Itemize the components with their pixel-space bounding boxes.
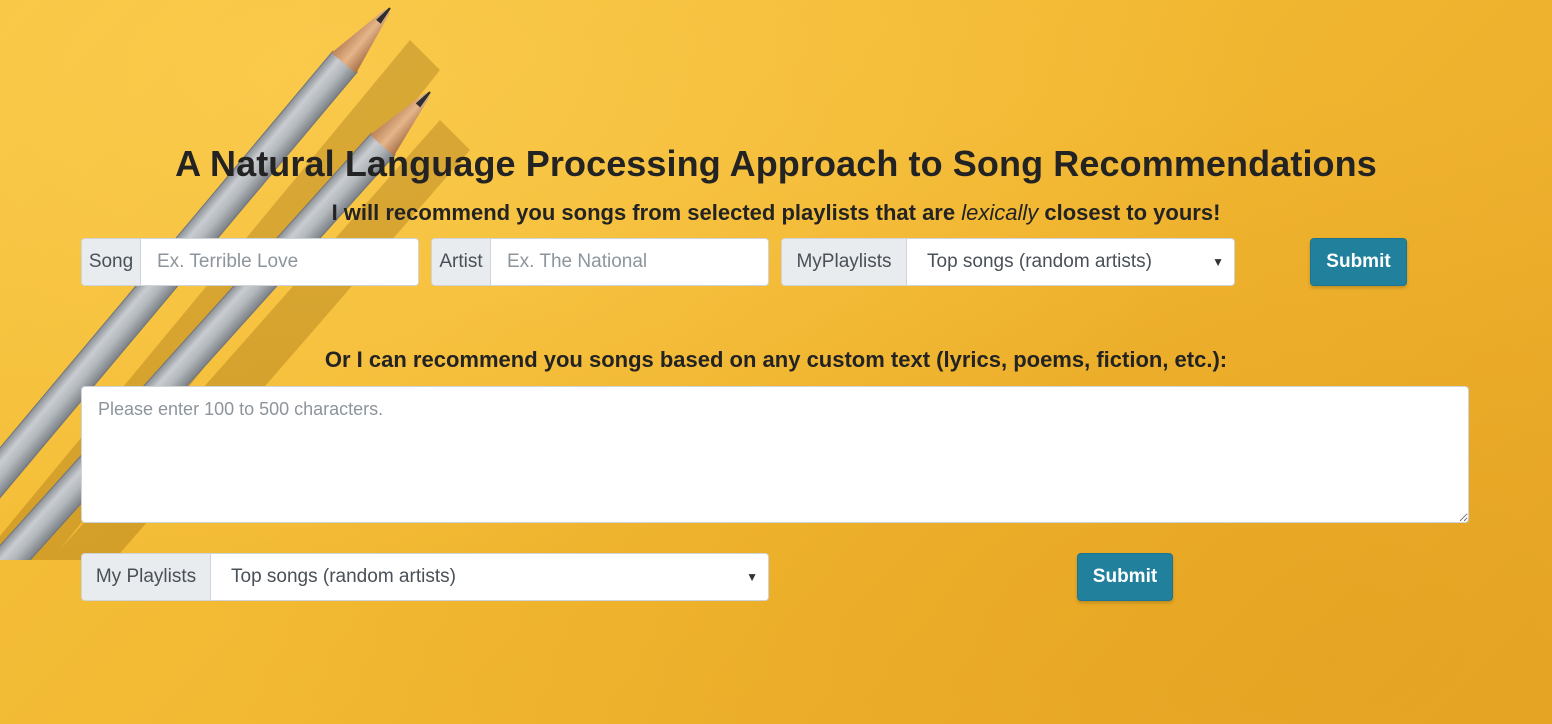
- chevron-down-icon: ▼: [1212, 255, 1224, 269]
- text-playlist-select-group: My Playlists Top songs (random artists) …: [81, 553, 769, 601]
- text-submit-button[interactable]: Submit: [1077, 553, 1173, 601]
- custom-text-input[interactable]: [81, 386, 1469, 523]
- text-playlist-select[interactable]: Top songs (random artists) ▼: [211, 554, 768, 600]
- page-title: A Natural Language Processing Approach t…: [175, 143, 1377, 184]
- artist-label: Artist: [432, 239, 491, 285]
- song-label: Song: [82, 239, 141, 285]
- playlist-select-group: MyPlaylists Top songs (random artists) ▼: [781, 238, 1235, 286]
- text-playlist-selected-value: Top songs (random artists): [231, 566, 456, 587]
- page-subtitle: I will recommend you songs from selected…: [0, 200, 1552, 226]
- main-content: A Natural Language Processing Approach t…: [0, 0, 1552, 724]
- song-submit-button[interactable]: Submit: [1310, 238, 1407, 286]
- subtitle-text-start: I will recommend you songs from selected…: [331, 200, 962, 225]
- artist-input[interactable]: [491, 239, 768, 285]
- song-input[interactable]: [141, 239, 418, 285]
- playlist-label: MyPlaylists: [782, 239, 907, 285]
- text-playlist-label: My Playlists: [82, 554, 211, 600]
- custom-text-heading: Or I can recommend you songs based on an…: [324, 347, 1228, 372]
- artist-input-group: Artist: [431, 238, 769, 286]
- song-input-group: Song: [81, 238, 419, 286]
- subtitle-text-end: closest to yours!: [1038, 200, 1221, 225]
- playlist-select[interactable]: Top songs (random artists) ▼: [907, 239, 1234, 285]
- playlist-selected-value: Top songs (random artists): [927, 251, 1152, 272]
- subtitle-emphasis: lexically: [961, 200, 1039, 225]
- chevron-down-icon: ▼: [746, 570, 758, 584]
